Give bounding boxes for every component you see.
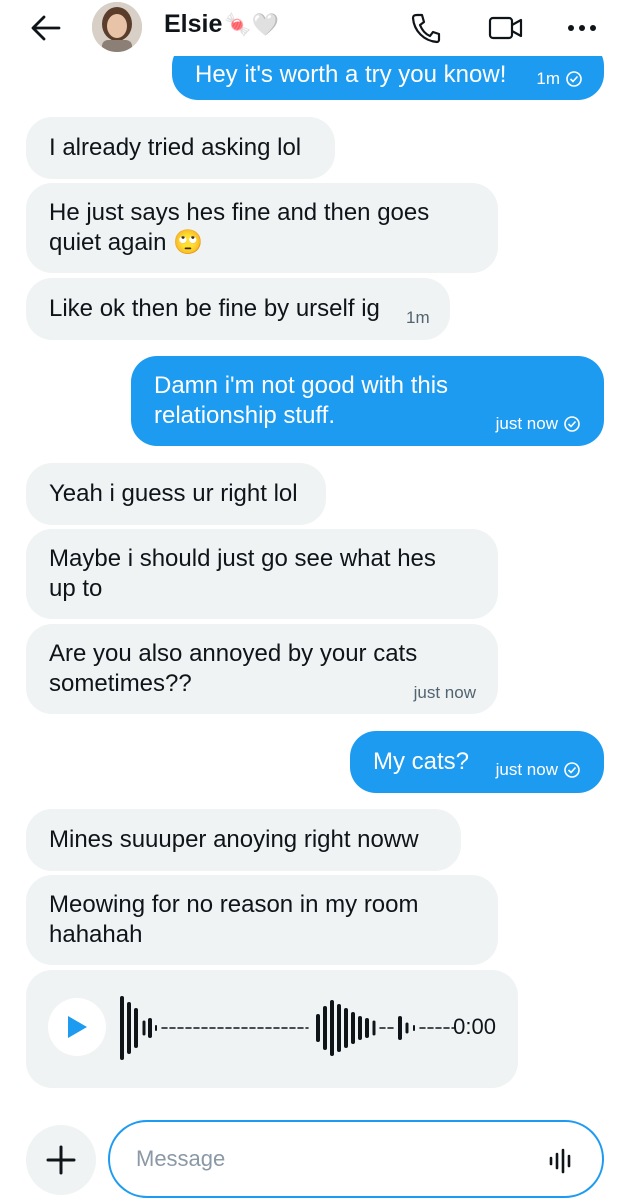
voice-note: 0:00 [26, 970, 518, 1088]
contact-name[interactable]: Elsie 🍬🤍 [164, 10, 279, 39]
message-incoming[interactable]: Meowing for no reason in my room hahahah [26, 875, 498, 965]
add-attachment-button[interactable] [26, 1125, 96, 1195]
message-text: Damn i'm not good with this relationship… [154, 372, 449, 429]
read-receipt-icon [564, 762, 580, 778]
message-text: Hey it's worth a try you know! [195, 61, 507, 88]
message-outgoing[interactable]: My cats? just now [350, 731, 604, 793]
contact-name-emoji: 🍬🤍 [224, 11, 280, 37]
contact-name-text: Elsie [164, 10, 223, 38]
message-incoming[interactable]: Yeah i guess ur right lol [26, 463, 326, 525]
chat-header: Elsie 🍬🤍 [0, 0, 630, 56]
message-meta: just now [496, 409, 580, 439]
message-text: My cats? [373, 748, 470, 775]
read-receipt-icon [564, 416, 580, 432]
message-text: He just says hes fine and then goes quie… [49, 199, 430, 256]
message-incoming[interactable]: He just says hes fine and then goes quie… [26, 183, 498, 273]
message-input-placeholder: Message [136, 1146, 226, 1171]
voice-record-icon[interactable] [546, 1146, 576, 1176]
message-time: just now [413, 683, 476, 702]
play-icon [68, 1016, 87, 1038]
message-text: Mines suuuper anoying right noww [49, 826, 419, 853]
message-time: just now [495, 760, 558, 779]
message-time: 1m [536, 69, 560, 88]
message-text: I already tried asking lol [49, 134, 302, 161]
back-arrow-icon[interactable] [28, 10, 64, 46]
plus-icon [46, 1145, 76, 1175]
message-input[interactable]: Message [108, 1120, 604, 1198]
message-composer: Message [0, 1105, 630, 1200]
audio-waveform[interactable] [118, 990, 458, 1066]
video-call-icon[interactable] [486, 8, 526, 48]
message-incoming[interactable]: Maybe i should just go see what hes up t… [26, 529, 498, 619]
read-receipt-icon [566, 71, 582, 87]
message-text: Meowing for no reason in my room hahahah [49, 891, 419, 948]
message-time: just now [495, 414, 558, 433]
avatar[interactable] [92, 2, 142, 52]
message-time: 1m [406, 308, 430, 327]
message-text: Are you also annoyed by your cats someti… [49, 640, 418, 697]
message-meta: just now [496, 755, 580, 785]
play-button[interactable] [48, 998, 106, 1056]
message-incoming[interactable]: Are you also annoyed by your cats someti… [26, 624, 498, 714]
more-options-icon[interactable] [562, 8, 602, 48]
message-incoming[interactable]: Like ok then be fine by urself ig 1m [26, 278, 450, 340]
message-meta: 1m [536, 64, 582, 94]
message-incoming[interactable]: I already tried asking lol [26, 117, 335, 179]
phone-call-icon[interactable] [406, 8, 446, 48]
message-incoming[interactable]: Mines suuuper anoying right noww [26, 809, 461, 871]
message-outgoing[interactable]: Damn i'm not good with this relationship… [131, 356, 604, 446]
voice-note-duration: 0:00 [453, 1014, 496, 1039]
message-text: Yeah i guess ur right lol [49, 480, 298, 507]
message-text: Like ok then be fine by urself ig [49, 295, 380, 322]
message-text: Maybe i should just go see what hes up t… [49, 545, 436, 602]
